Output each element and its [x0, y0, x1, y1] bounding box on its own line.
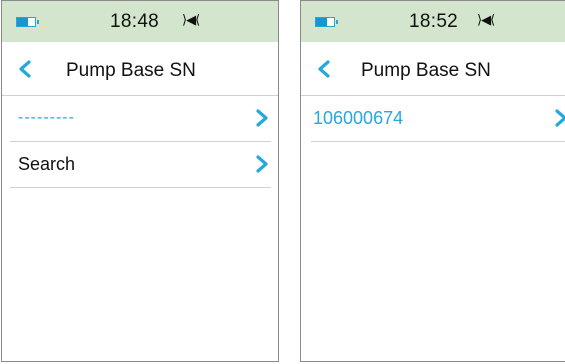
list-item-serial-number[interactable]: 106000674	[311, 96, 565, 142]
status-bar: 18:52 ⟩◀⟨	[301, 1, 565, 42]
status-bar: 18:48 ⟩◀⟨	[2, 1, 278, 42]
header: Pump Base SN	[301, 42, 565, 96]
device-screen-before-search: 18:48 ⟩◀⟨ Pump Base SN --------- Search	[1, 0, 279, 362]
list-item-search[interactable]: Search	[10, 142, 271, 188]
battery-icon	[16, 17, 39, 27]
page-title: Pump Base SN	[66, 60, 196, 81]
back-chevron-icon[interactable]	[16, 60, 34, 78]
chevron-right-icon	[256, 109, 268, 127]
serial-number-value: 106000674	[313, 108, 404, 128]
serial-number-placeholder: ---------	[18, 109, 75, 126]
page-title: Pump Base SN	[361, 60, 491, 81]
back-chevron-icon[interactable]	[315, 60, 333, 78]
list-item-serial-placeholder[interactable]: ---------	[10, 96, 271, 142]
battery-terminal	[37, 20, 39, 24]
header: Pump Base SN	[2, 42, 278, 96]
battery-icon	[315, 17, 338, 27]
search-label: Search	[18, 154, 76, 174]
sound-icon: ⟩◀⟨	[182, 13, 200, 28]
chevron-right-icon	[555, 109, 565, 127]
battery-level	[316, 18, 327, 26]
clock-time: 18:48	[110, 11, 160, 32]
battery-level	[17, 18, 28, 26]
sound-icon: ⟩◀⟨	[477, 13, 495, 28]
device-screen-after-search: 18:52 ⟩◀⟨ Pump Base SN 106000674	[300, 0, 565, 362]
battery-terminal	[336, 20, 338, 24]
clock-time: 18:52	[409, 11, 459, 32]
chevron-right-icon	[256, 155, 268, 173]
